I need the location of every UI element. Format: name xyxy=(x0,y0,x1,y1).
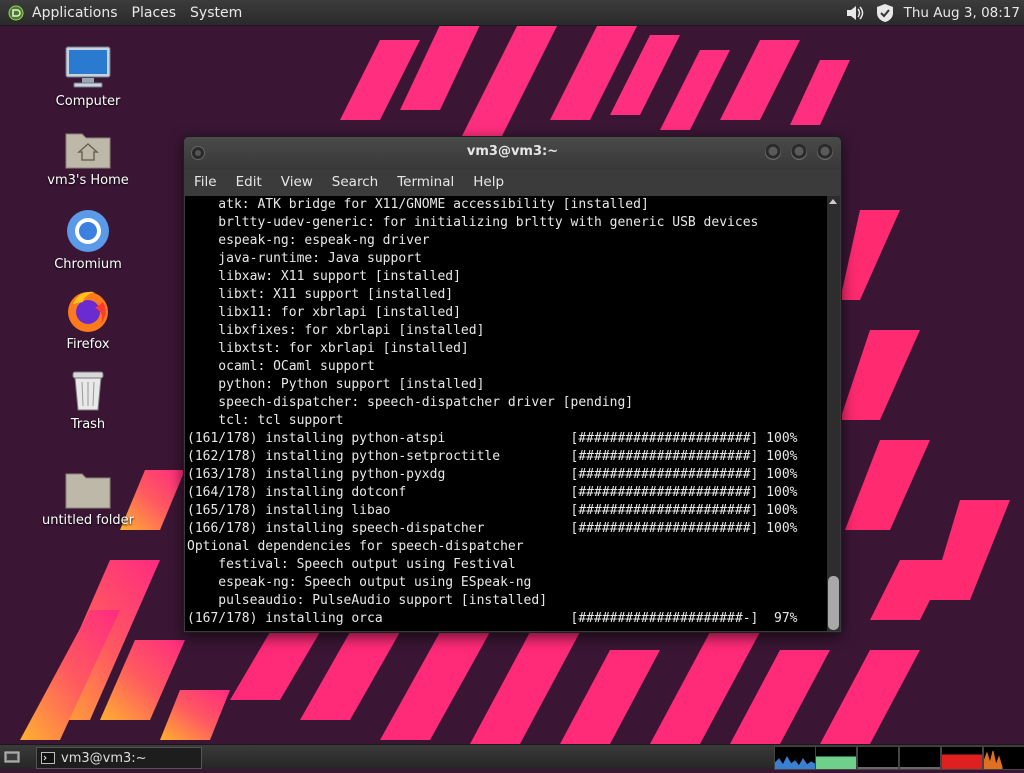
terminal-line: libx11: for xbrlapi [installed] xyxy=(187,305,461,320)
desktop-icon-untitled-folder[interactable]: untitled folder xyxy=(38,468,138,528)
desktop-icon-trash[interactable]: Trash xyxy=(38,368,138,432)
desktop-icon-label: Trash xyxy=(70,417,106,432)
terminal-line: (163/178) installing python-pyxdg [#####… xyxy=(187,467,798,482)
chromium-icon xyxy=(67,210,109,252)
home-folder-icon xyxy=(65,133,111,169)
terminal-line: espeak-ng: Speech output using ESpeak-ng xyxy=(187,575,532,590)
terminal-line: (164/178) installing dotconf [##########… xyxy=(187,485,798,500)
maximize-button[interactable] xyxy=(791,144,807,160)
load-monitor[interactable] xyxy=(941,746,983,770)
terminal-line: speech-dispatcher: speech-dispatcher dri… xyxy=(187,395,634,410)
terminal-line: libxtst: for xbrlapi [installed] xyxy=(187,341,469,356)
terminal-line: (162/178) installing python-setproctitle… xyxy=(187,449,798,464)
window-title: vm3@vm3:~ xyxy=(466,144,559,159)
terminal-line: (166/178) installing speech-dispatcher [… xyxy=(187,521,798,536)
terminal-scrollbar[interactable] xyxy=(827,196,840,631)
terminal-line: python: Python support [installed] xyxy=(187,377,485,392)
trash-icon xyxy=(72,371,104,411)
desktop-icon-label: Firefox xyxy=(66,337,110,352)
top-panel: Applications Places System Thu Aug 3, 08… xyxy=(0,0,1024,26)
terminal-line: libxfixes: for xbrlapi [installed] xyxy=(187,323,485,338)
cpu-monitor[interactable] xyxy=(774,746,816,770)
terminal-line: pulseaudio: PulseAudio support [installe… xyxy=(187,593,548,608)
minimize-button[interactable] xyxy=(765,144,781,160)
load-graph xyxy=(941,754,983,770)
disk-monitor[interactable] xyxy=(983,746,1024,770)
terminal-menubar: File Edit View Search Terminal Help xyxy=(184,169,841,195)
terminal-line: (161/178) installing python-atspi [#####… xyxy=(187,431,798,446)
close-button[interactable] xyxy=(817,144,833,160)
terminal-line: tcl: tcl support xyxy=(187,413,344,428)
terminal-line: festival: Speech output using Festival xyxy=(187,557,516,572)
terminal-line: Optional dependencies for speech-dispatc… xyxy=(187,539,524,554)
volume-icon[interactable] xyxy=(844,2,866,24)
menu-search[interactable]: Search xyxy=(332,174,378,190)
disk-graph xyxy=(983,750,1003,770)
menu-terminal[interactable]: Terminal xyxy=(397,174,454,190)
folder-icon xyxy=(65,473,111,509)
top-panel-tray: Thu Aug 3, 08:17 xyxy=(844,0,1024,25)
terminal-line: libxaw: X11 support [installed] xyxy=(187,269,461,284)
desktop-icon-home[interactable]: vm3's Home xyxy=(38,128,138,188)
shield-icon[interactable] xyxy=(874,2,896,24)
swap-graph xyxy=(900,767,940,769)
desktop-icon-label: untitled folder xyxy=(41,513,134,528)
desktop-icon-label: vm3's Home xyxy=(47,173,129,188)
desktop-icon-label: Computer xyxy=(55,94,121,109)
terminal-line: (165/178) installing libao [############… xyxy=(187,503,798,518)
scrollbar-thumb[interactable] xyxy=(828,576,839,630)
firefox-icon xyxy=(68,291,108,332)
computer-icon xyxy=(65,46,111,88)
menu-edit[interactable]: Edit xyxy=(236,174,262,190)
menu-file[interactable]: File xyxy=(194,174,217,190)
taskbar-button-label: vm3@vm3:~ xyxy=(61,750,147,766)
terminal-line: espeak-ng: espeak-ng driver xyxy=(187,233,430,248)
menu-view[interactable]: View xyxy=(281,174,313,190)
terminal-line: (167/178) installing orca [#############… xyxy=(187,611,798,626)
cpu-graph xyxy=(774,755,816,770)
terminal-line: brltty-udev-generic: for initializing br… xyxy=(187,215,759,230)
scroll-up-arrow-icon[interactable] xyxy=(829,199,837,204)
terminal-line: atk: ATK bridge for X11/GNOME accessibil… xyxy=(187,197,649,212)
terminal-window[interactable]: vm3@vm3:~ File Edit View Search Terminal… xyxy=(183,136,842,633)
terminal-line: libxt: X11 support [installed] xyxy=(187,287,454,302)
taskbar-terminal-button[interactable]: vm3@vm3:~ xyxy=(36,747,202,769)
places-menu[interactable]: Places xyxy=(132,5,177,21)
applications-menu[interactable]: Applications xyxy=(32,5,118,21)
desktop-icon-label: Chromium xyxy=(54,257,122,272)
desktop-icon-chromium[interactable]: Chromium xyxy=(38,208,138,272)
top-menu: Applications Places System xyxy=(0,0,256,25)
memory-monitor[interactable] xyxy=(815,746,857,770)
network-monitor[interactable] xyxy=(857,746,899,770)
clock[interactable]: Thu Aug 3, 08:17 xyxy=(904,5,1020,21)
desktop-icon-firefox[interactable]: Firefox xyxy=(38,288,138,352)
show-desktop-icon[interactable] xyxy=(4,749,20,765)
memory-graph xyxy=(815,756,857,770)
network-graph xyxy=(858,767,898,769)
system-menu[interactable]: System xyxy=(190,5,242,21)
desktop-icon-computer[interactable]: Computer xyxy=(38,45,138,109)
window-titlebar[interactable]: vm3@vm3:~ xyxy=(184,137,841,169)
terminal-line: ocaml: OCaml support xyxy=(187,359,375,374)
swap-monitor[interactable] xyxy=(899,746,941,770)
menu-help[interactable]: Help xyxy=(473,174,504,190)
terminal-line: java-runtime: Java support xyxy=(187,251,422,266)
bottom-panel: vm3@vm3:~ xyxy=(0,744,1024,770)
distro-logo-icon[interactable] xyxy=(8,5,24,21)
terminal-icon xyxy=(41,752,55,764)
terminal-output[interactable]: atk: ATK bridge for X11/GNOME accessibil… xyxy=(185,196,827,631)
